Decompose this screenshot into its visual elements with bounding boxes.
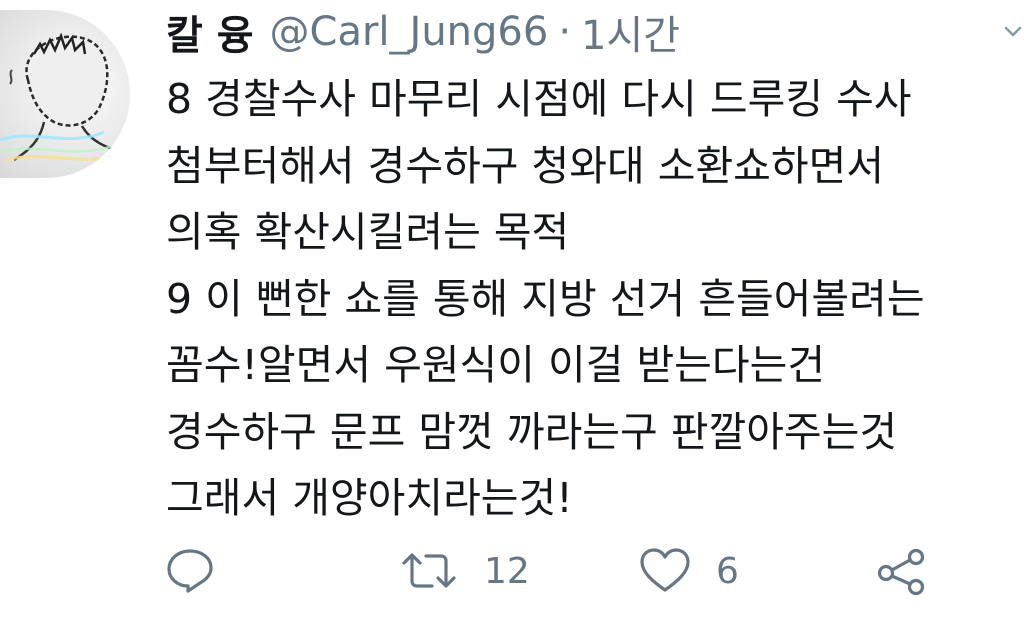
like-count: 6	[716, 550, 739, 592]
tweet-header: 칼 융 @Carl_Jung66 · 1시간	[166, 2, 680, 62]
tweet-text-line: 8 경찰수사 마무리 시점에 다시 드루킹 수사	[166, 75, 912, 123]
like-button[interactable]: 6	[638, 536, 739, 606]
tweet-text-line: 의혹 확산시킬려는 목적	[166, 208, 570, 256]
share-button[interactable]	[874, 536, 930, 606]
chevron-down-icon[interactable]	[1002, 20, 1024, 42]
retweet-count: 12	[484, 550, 530, 592]
author-handle[interactable]: @Carl_Jung66	[270, 9, 549, 55]
share-icon	[877, 548, 925, 596]
retweet-button[interactable]: 12	[398, 536, 530, 606]
tweet-text-line: 첨부터해서 경수하구 청와대 소환쇼하면서	[166, 141, 885, 190]
tweet-text-line: 9 이 뻔한 쇼를 통해 지방 선거 흔들어볼려는	[166, 274, 925, 323]
author-display-name[interactable]: 칼 융	[166, 3, 254, 61]
tweet-text-line: 경수하구 문프 맘껏 까라는구 판깔아주는것	[166, 407, 898, 456]
avatar[interactable]	[0, 10, 130, 178]
tweet-actions: 12 6	[0, 536, 1024, 606]
tweet-text-line: 그래서 개양아치라는것!	[166, 474, 573, 522]
retweet-icon	[402, 553, 456, 588]
tweet-text: 8 경찰수사 마무리 시점에 다시 드루킹 수사 첨부터해서 경수하구 청와대 …	[166, 66, 1024, 532]
tweet-text-line: 꼼수!알면서 우원식이 이걸 받는다는건	[166, 341, 826, 389]
heart-icon	[640, 548, 690, 592]
avatar-sketch-image	[0, 32, 125, 168]
separator-dot: ·	[558, 9, 572, 55]
tweet-timestamp[interactable]: 1시간	[581, 3, 680, 61]
reply-button[interactable]	[164, 536, 216, 606]
reply-icon	[167, 549, 213, 593]
tweet: 칼 융 @Carl_Jung66 · 1시간 8 경찰수사 마무리 시점에 다시…	[0, 0, 1024, 626]
